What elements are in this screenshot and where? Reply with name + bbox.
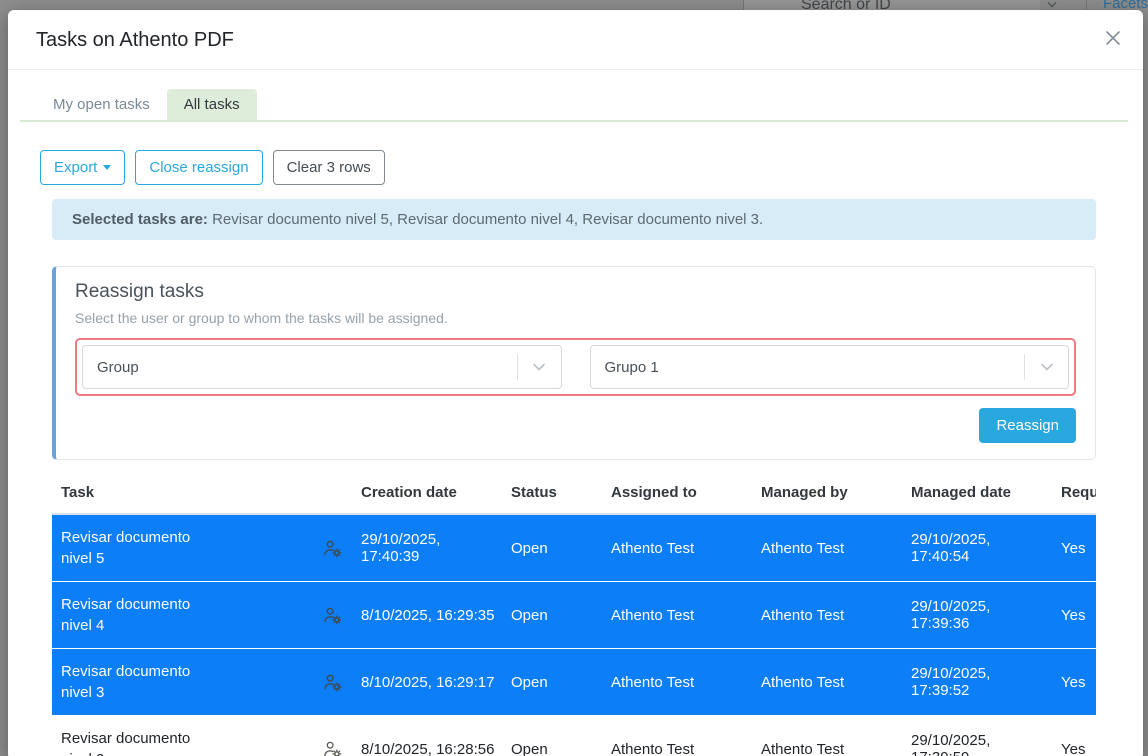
toolbar: Export Close reassign Clear 3 rows [40, 150, 1143, 185]
managed-date-cell: 29/10/2025, 17:40:54 [902, 531, 1052, 565]
clear-rows-button[interactable]: Clear 3 rows [273, 150, 385, 185]
reassign-panel: Reassign tasks Select the user or group … [52, 266, 1096, 460]
assigned-to-cell: Athento Test [602, 540, 752, 557]
status-cell: Open [502, 674, 602, 691]
close-icon[interactable] [1101, 26, 1125, 50]
chevron-down-icon [518, 362, 561, 372]
col-required: Required [1052, 484, 1096, 501]
task-cell: Revisar documento nivel 2 [52, 728, 312, 756]
reassign-button[interactable]: Reassign [979, 408, 1076, 443]
table-body: Revisar documento nivel 5 29/10/2025, 17… [52, 515, 1096, 756]
required-cell: Yes [1052, 674, 1096, 691]
status-cell: Open [502, 741, 602, 756]
modal-header: Tasks on Athento PDF [8, 10, 1143, 70]
users-icon [1097, 0, 1099, 10]
required-cell: Yes [1052, 607, 1096, 624]
chevron-down-icon [1025, 362, 1068, 372]
table-row[interactable]: Revisar documento nivel 3 8/10/2025, 16:… [52, 649, 1096, 716]
group-select-value: Grupo 1 [605, 359, 1025, 376]
managed-by-cell: Athento Test [752, 741, 902, 756]
user-gear-icon [323, 606, 342, 625]
modal-title: Tasks on Athento PDF [36, 29, 1115, 52]
task-icon-cell [312, 539, 352, 558]
col-managed-date: Managed date [902, 484, 1052, 501]
col-status: Status [502, 484, 602, 501]
group-select[interactable]: Grupo 1 [590, 345, 1070, 389]
user-gear-icon [323, 673, 342, 692]
tab-bar: My open tasks All tasks [20, 89, 1128, 122]
assignee-type-select[interactable]: Group [82, 345, 562, 389]
table-row[interactable]: Revisar documento nivel 2 8/10/2025, 16:… [52, 716, 1096, 756]
assigned-to-cell: Athento Test [602, 607, 752, 624]
creation-date-cell: 8/10/2025, 16:28:56 [352, 741, 502, 756]
managed-date-cell: 29/10/2025, 17:39:59 [902, 732, 1052, 756]
table-row[interactable]: Revisar documento nivel 5 29/10/2025, 17… [52, 515, 1096, 582]
tab-all-tasks[interactable]: All tasks [167, 89, 257, 120]
tasks-table-wrapper: Task Creation date Status Assigned to Ma… [52, 472, 1096, 756]
tab-my-open-tasks[interactable]: My open tasks [36, 89, 167, 120]
task-icon-cell [312, 673, 352, 692]
reassign-panel-title: Reassign tasks [75, 281, 1076, 303]
assigned-to-cell: Athento Test [602, 741, 752, 756]
screen: Search or ID Facets Tasks on Athento PDF… [0, 0, 1148, 756]
export-button[interactable]: Export [40, 150, 125, 185]
task-icon-cell [312, 606, 352, 625]
managed-date-cell: 29/10/2025, 17:39:52 [902, 665, 1052, 699]
required-cell: Yes [1052, 540, 1096, 557]
user-gear-icon [323, 740, 342, 756]
creation-date-cell: 8/10/2025, 16:29:35 [352, 607, 502, 624]
col-task: Task [52, 482, 312, 503]
close-reassign-button[interactable]: Close reassign [135, 150, 262, 185]
task-icon-cell [312, 740, 352, 756]
managed-by-cell: Athento Test [752, 540, 902, 557]
managed-by-cell: Athento Test [752, 607, 902, 624]
task-cell: Revisar documento nivel 3 [52, 661, 312, 703]
creation-date-cell: 8/10/2025, 16:29:17 [352, 674, 502, 691]
col-assigned-to: Assigned to [602, 484, 752, 501]
creation-date-cell: 29/10/2025, 17:40:39 [352, 531, 502, 565]
tasks-table: Task Creation date Status Assigned to Ma… [52, 472, 1096, 756]
status-cell: Open [502, 607, 602, 624]
reassign-panel-subtitle: Select the user or group to whom the tas… [75, 310, 1076, 326]
col-managed-by: Managed by [752, 484, 902, 501]
user-gear-icon [323, 539, 342, 558]
task-cell: Revisar documento nivel 4 [52, 594, 312, 636]
assignee-type-value: Group [97, 359, 517, 376]
required-cell: Yes [1052, 741, 1096, 756]
export-label: Export [54, 159, 97, 176]
col-creation-date: Creation date [352, 484, 502, 501]
reassign-selects-highlight: Group Grupo 1 [75, 338, 1076, 396]
tasks-modal: Tasks on Athento PDF My open tasks All t… [8, 10, 1143, 756]
table-row[interactable]: Revisar documento nivel 4 8/10/2025, 16:… [52, 582, 1096, 649]
assigned-to-cell: Athento Test [602, 674, 752, 691]
table-header: Task Creation date Status Assigned to Ma… [52, 472, 1096, 515]
selected-tasks-banner-label: Selected tasks are: [72, 211, 208, 228]
selected-tasks-banner-text: Revisar documento nivel 5, Revisar docum… [208, 211, 763, 228]
task-cell: Revisar documento nivel 5 [52, 527, 312, 569]
status-cell: Open [502, 540, 602, 557]
selected-tasks-banner: Selected tasks are: Revisar documento ni… [52, 199, 1096, 240]
caret-down-icon [103, 165, 111, 170]
managed-by-cell: Athento Test [752, 674, 902, 691]
managed-date-cell: 29/10/2025, 17:39:36 [902, 598, 1052, 632]
